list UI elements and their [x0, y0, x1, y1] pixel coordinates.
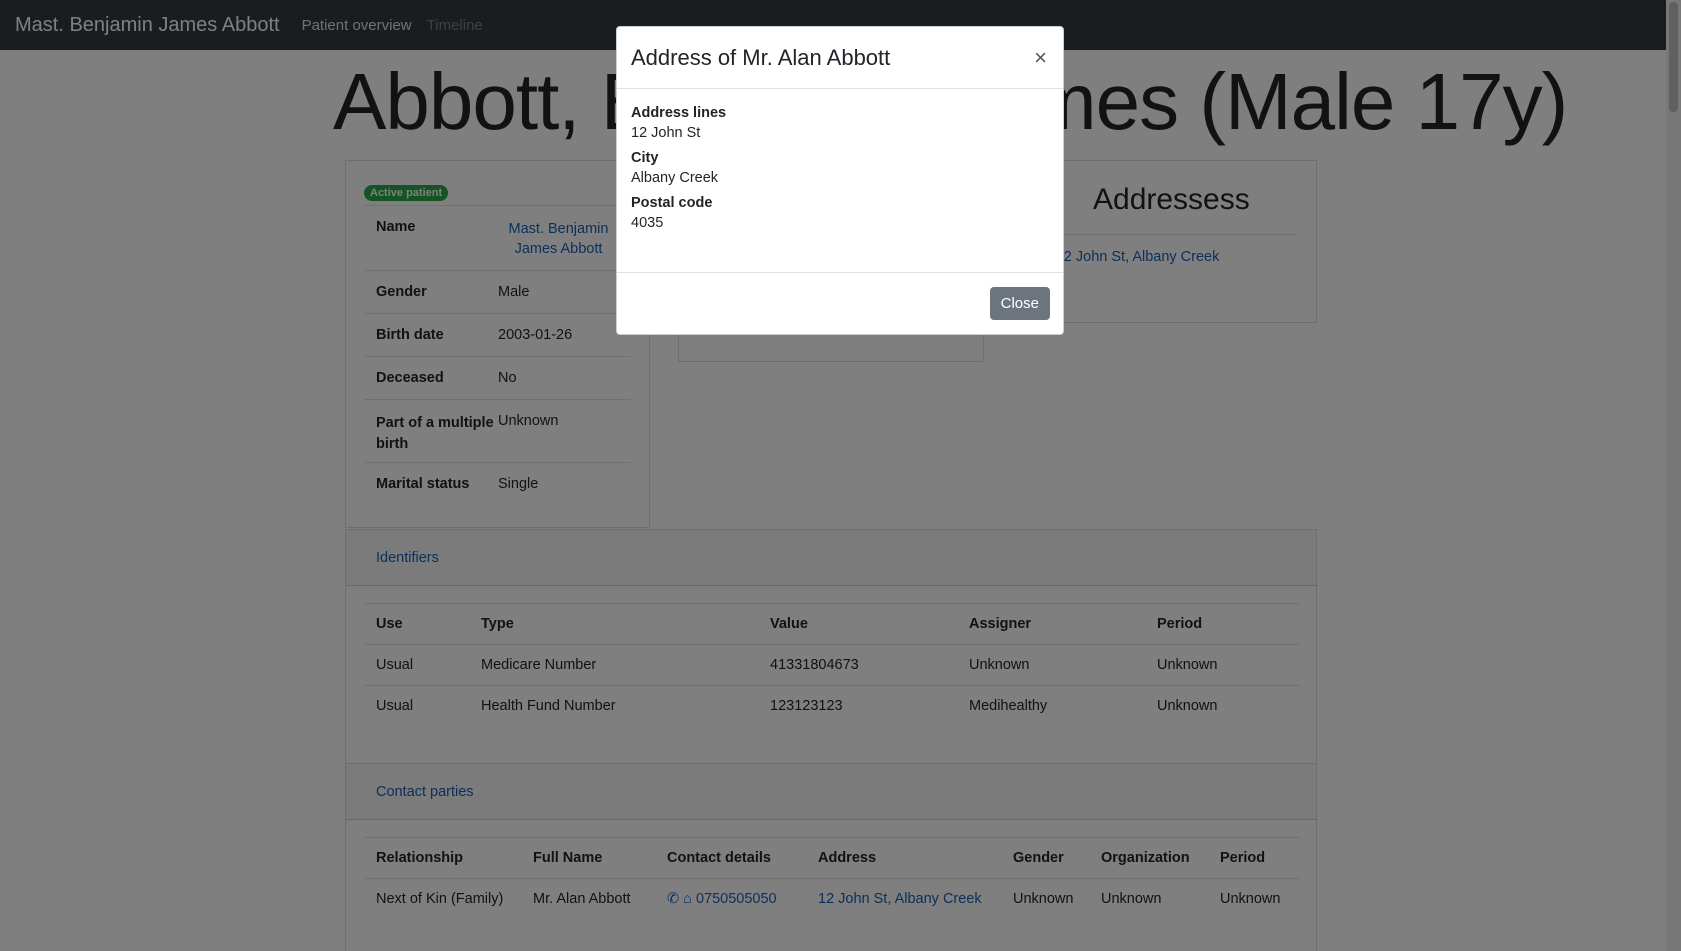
close-icon[interactable]: × [1034, 45, 1049, 71]
modal-title: Address of Mr. Alan Abbott [631, 44, 891, 70]
address-lines-label: Address lines [631, 105, 727, 121]
postal-code-label: Postal code [631, 195, 713, 211]
address-modal: Address of Mr. Alan Abbott × Address lin… [616, 26, 1064, 335]
city-value: Albany Creek [631, 170, 719, 186]
postal-code-value: 4035 [631, 215, 664, 231]
modal-header: Address of Mr. Alan Abbott × [617, 27, 1063, 89]
close-button[interactable]: Close [989, 287, 1050, 320]
modal-footer: Close [617, 273, 1063, 334]
address-lines-value: 12 John St [631, 125, 701, 141]
modal-body: Address lines 12 John St City Albany Cre… [617, 89, 1063, 273]
city-label: City [631, 150, 659, 166]
